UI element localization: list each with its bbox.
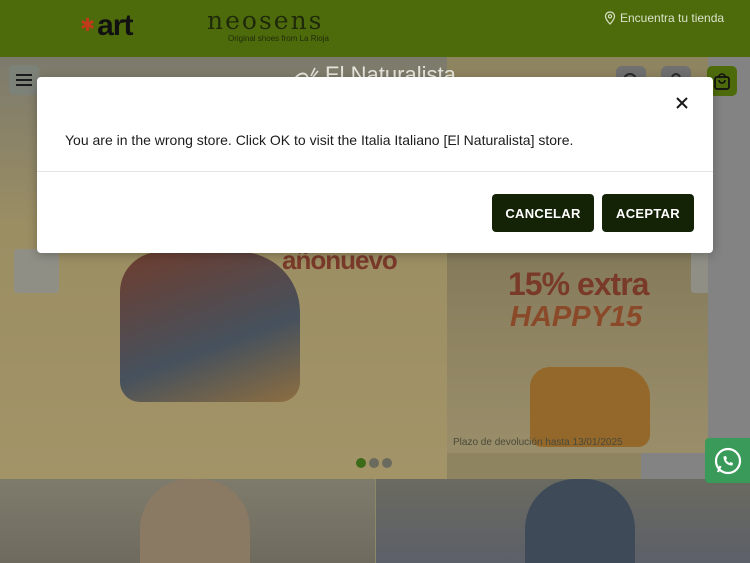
neosens-tagline: Original shoes from La Rioja [228, 34, 329, 43]
carousel-dot-1[interactable] [356, 458, 366, 468]
location-pin-icon [604, 11, 616, 25]
carousel-dot-2[interactable] [369, 458, 379, 468]
store-locator-link[interactable]: Encuentra tu tienda [604, 11, 724, 25]
hero-gutter [708, 57, 750, 479]
cancel-button[interactable]: CANCELAR [492, 194, 594, 232]
hamburger-icon [16, 74, 32, 86]
carousel-prev-button[interactable] [14, 249, 59, 293]
boot-image [120, 252, 300, 402]
wrong-store-modal: You are in the wrong store. Click OK to … [37, 77, 713, 253]
neosens-logo-text: neosens [207, 6, 324, 35]
brand-bar: ✱ art neosens Original shoes from La Rio… [0, 0, 750, 57]
whatsapp-button[interactable] [705, 438, 750, 483]
close-icon [676, 97, 688, 109]
carousel-dots [356, 458, 392, 468]
carousel-dot-3[interactable] [382, 458, 392, 468]
modal-divider [37, 171, 713, 172]
whatsapp-icon [714, 447, 741, 474]
shopping-bag-icon [714, 73, 730, 90]
store-locator-label: Encuentra tu tienda [620, 11, 725, 25]
modal-message: You are in the wrong store. Click OK to … [65, 132, 574, 148]
art-star-icon: ✱ [80, 15, 96, 36]
menu-button[interactable] [9, 65, 39, 95]
model-image-men [525, 479, 635, 563]
art-logo-text: art [97, 9, 133, 42]
return-policy-note: Plazo de devolución hasta 13/01/2025 [453, 437, 623, 448]
neosens-logo[interactable]: neosens Original shoes from La Rioja [207, 8, 367, 44]
hero-strip [641, 453, 708, 479]
promo-code-text: HAPPY15 [510, 301, 643, 333]
art-logo[interactable]: ✱ art [80, 9, 133, 42]
accept-button[interactable]: ACEPTAR [602, 194, 694, 232]
carousel-next-button[interactable] [691, 249, 708, 293]
promo-discount-text: 15% extra [508, 266, 649, 302]
model-image-women [140, 479, 250, 563]
category-tiles [0, 479, 750, 563]
boot-image-promo [530, 367, 650, 447]
modal-close-button[interactable] [673, 94, 691, 112]
